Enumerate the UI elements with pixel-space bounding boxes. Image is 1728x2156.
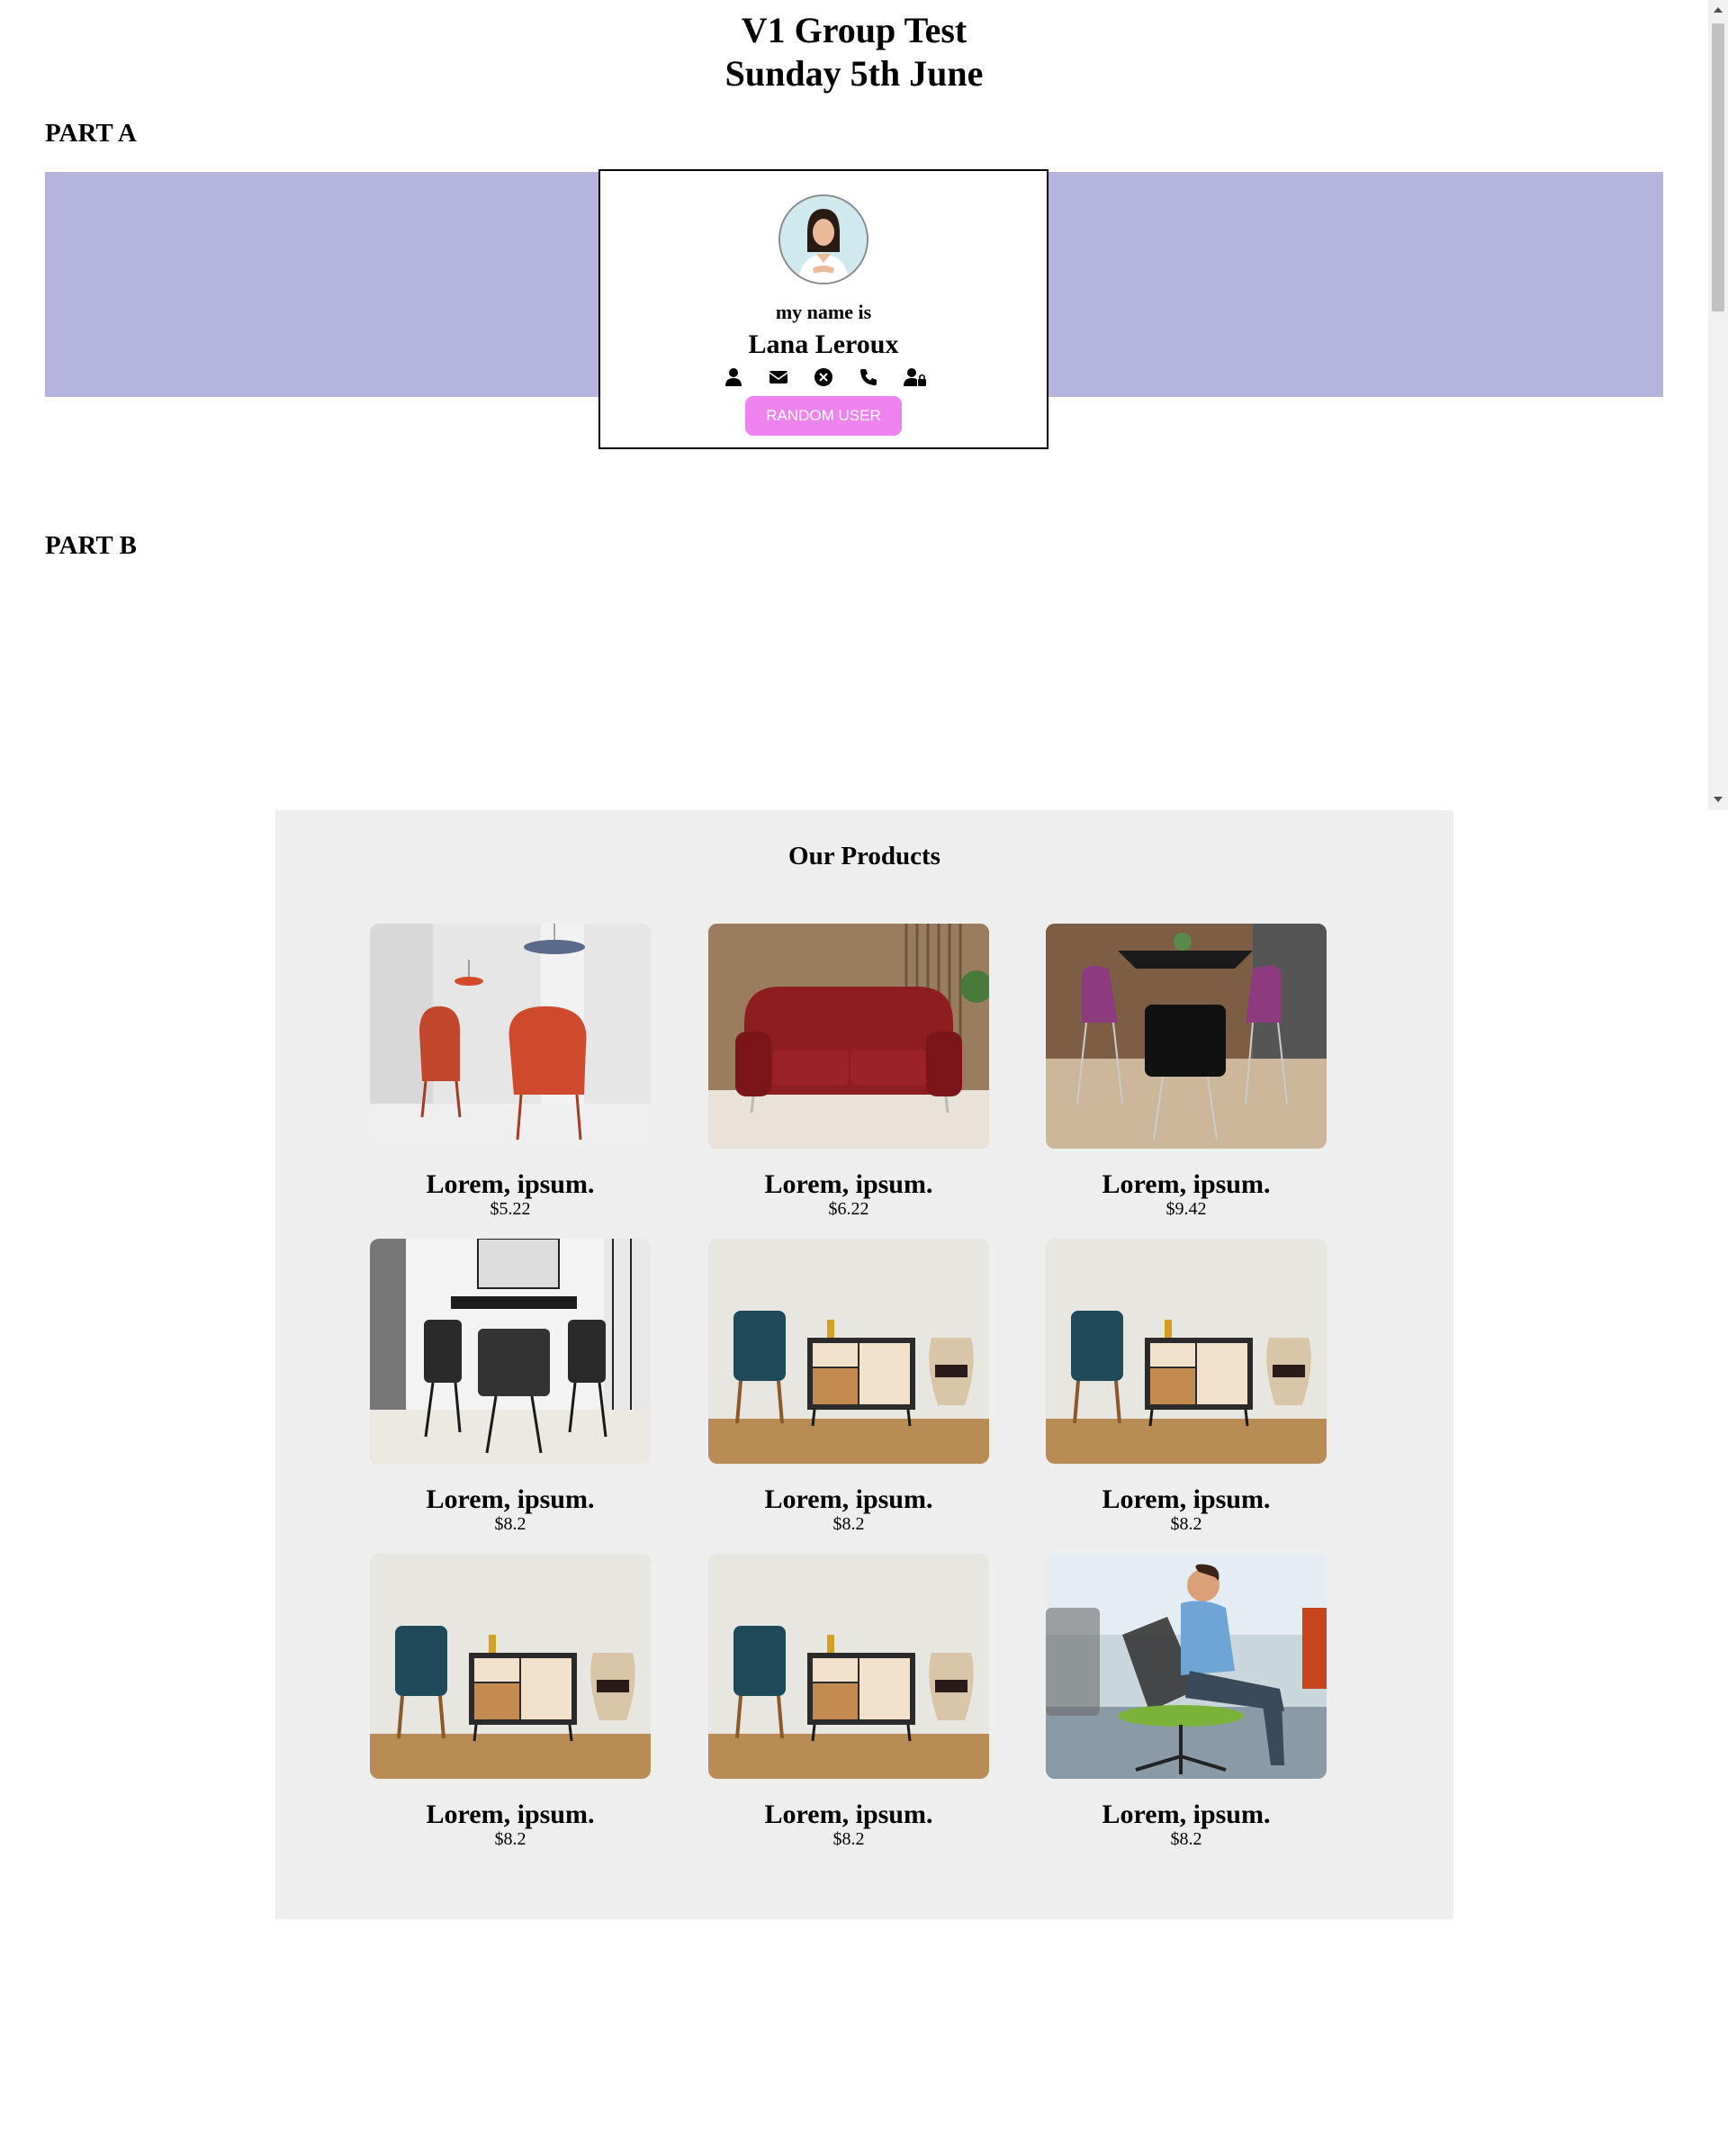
product-price: $9.42 xyxy=(1166,1199,1207,1219)
user-name: Lana Leroux xyxy=(748,329,899,359)
vertical-scrollbar[interactable] xyxy=(1708,0,1728,810)
profile-card: my name is Lana Leroux RANDOM USER xyxy=(598,169,1048,449)
random-user-button[interactable]: RANDOM USER xyxy=(745,396,902,436)
avatar xyxy=(778,194,868,284)
product-card[interactable]: Lorem, ipsum. $8.2 xyxy=(370,1239,651,1534)
product-name: Lorem, ipsum. xyxy=(426,1484,595,1514)
red-armchairs-image xyxy=(370,924,651,1149)
man-in-office-chair-image xyxy=(1046,1554,1327,1779)
part-b-heading: PART B xyxy=(45,531,137,560)
black-dining-set-image xyxy=(370,1239,651,1464)
card-label: my name is xyxy=(775,301,872,323)
page-title: V1 Group Test Sunday 5th June xyxy=(0,9,1708,95)
user-lock-icon[interactable] xyxy=(904,367,926,387)
part-a-heading: PART A xyxy=(45,119,137,148)
envelope-icon[interactable] xyxy=(769,367,788,387)
product-card[interactable]: Lorem, ipsum. $8.2 xyxy=(1046,1554,1327,1849)
chair-and-sideboard-image xyxy=(1046,1239,1327,1464)
page-title-line-2: Sunday 5th June xyxy=(724,53,984,94)
product-card[interactable]: Lorem, ipsum. $8.2 xyxy=(708,1554,989,1849)
scroll-thumb[interactable] xyxy=(1712,23,1724,311)
avatar-portrait-icon xyxy=(780,196,867,283)
product-card[interactable]: Lorem, ipsum. $6.22 xyxy=(708,924,989,1219)
product-name: Lorem, ipsum. xyxy=(764,1800,933,1829)
user-icon[interactable] xyxy=(724,367,743,387)
product-name: Lorem, ipsum. xyxy=(764,1169,933,1199)
product-price: $8.2 xyxy=(1170,1829,1202,1849)
page: V1 Group Test Sunday 5th June PART A my … xyxy=(0,0,1728,2156)
calendar-icon[interactable] xyxy=(814,367,833,387)
product-card[interactable]: Lorem, ipsum. $8.2 xyxy=(708,1239,989,1534)
chair-and-sideboard-image xyxy=(370,1554,651,1779)
products-section: Our Products Lorem, ipsum. $5.22 Lorem, … xyxy=(275,810,1454,1919)
product-price: $5.22 xyxy=(490,1199,531,1219)
product-price: $8.2 xyxy=(832,1829,865,1849)
purple-dining-set-image xyxy=(1046,924,1327,1149)
red-leather-sofa-image xyxy=(708,924,989,1149)
scroll-down-arrow-icon[interactable] xyxy=(1714,797,1723,802)
products-title: Our Products xyxy=(788,842,940,871)
page-title-line-1: V1 Group Test xyxy=(741,10,968,50)
product-card[interactable]: Lorem, ipsum. $9.42 xyxy=(1046,924,1327,1219)
product-price: $8.2 xyxy=(494,1514,526,1534)
product-price: $8.2 xyxy=(832,1514,865,1534)
product-price: $8.2 xyxy=(494,1829,526,1849)
product-card[interactable]: Lorem, ipsum. $8.2 xyxy=(370,1554,651,1849)
chair-and-sideboard-image xyxy=(708,1239,989,1464)
product-name: Lorem, ipsum. xyxy=(426,1800,595,1829)
phone-icon[interactable] xyxy=(859,367,878,387)
chair-and-sideboard-image xyxy=(708,1554,989,1779)
product-name: Lorem, ipsum. xyxy=(1102,1169,1271,1199)
product-name: Lorem, ipsum. xyxy=(1102,1800,1271,1829)
product-price: $6.22 xyxy=(828,1199,869,1219)
product-price: $8.2 xyxy=(1170,1514,1202,1534)
product-name: Lorem, ipsum. xyxy=(764,1484,933,1514)
product-name: Lorem, ipsum. xyxy=(426,1169,595,1199)
product-card[interactable]: Lorem, ipsum. $8.2 xyxy=(1046,1239,1327,1534)
product-card[interactable]: Lorem, ipsum. $5.22 xyxy=(370,924,651,1219)
card-icon-row xyxy=(600,367,1047,387)
scroll-up-arrow-icon[interactable] xyxy=(1714,7,1723,13)
product-name: Lorem, ipsum. xyxy=(1102,1484,1271,1514)
